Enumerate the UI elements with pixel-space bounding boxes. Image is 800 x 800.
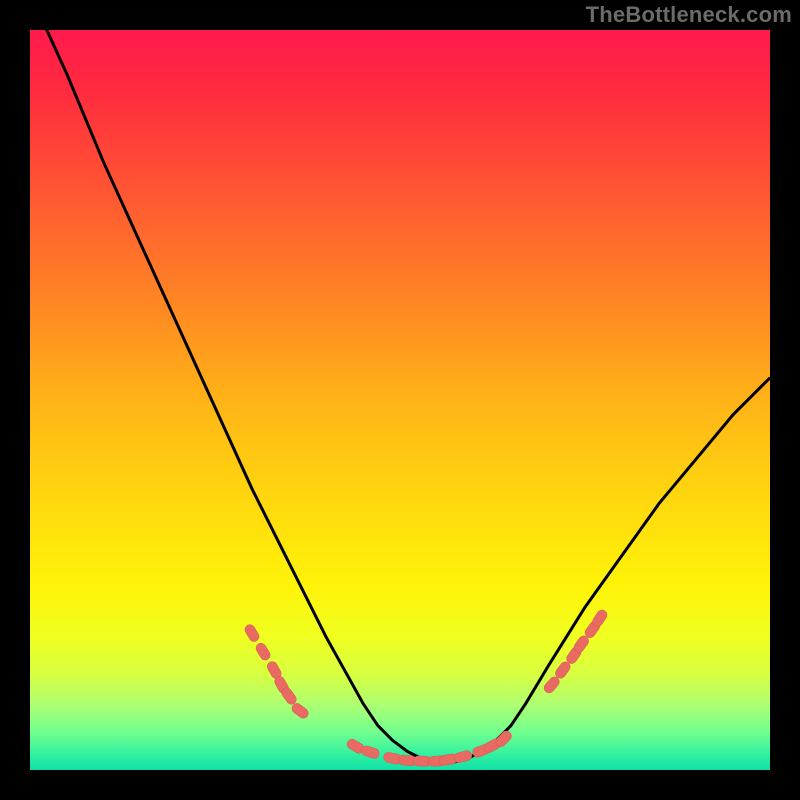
marker-group: [243, 608, 609, 767]
curve-marker: [254, 641, 272, 662]
curve-marker: [360, 745, 380, 760]
plot-area: [30, 30, 770, 770]
watermark-text: TheBottleneck.com: [586, 2, 792, 28]
curve-marker: [453, 750, 473, 764]
bottleneck-curve: [30, 30, 770, 763]
curve-marker: [243, 623, 261, 644]
chart-svg: [30, 30, 770, 770]
outer-frame: TheBottleneck.com: [0, 0, 800, 800]
